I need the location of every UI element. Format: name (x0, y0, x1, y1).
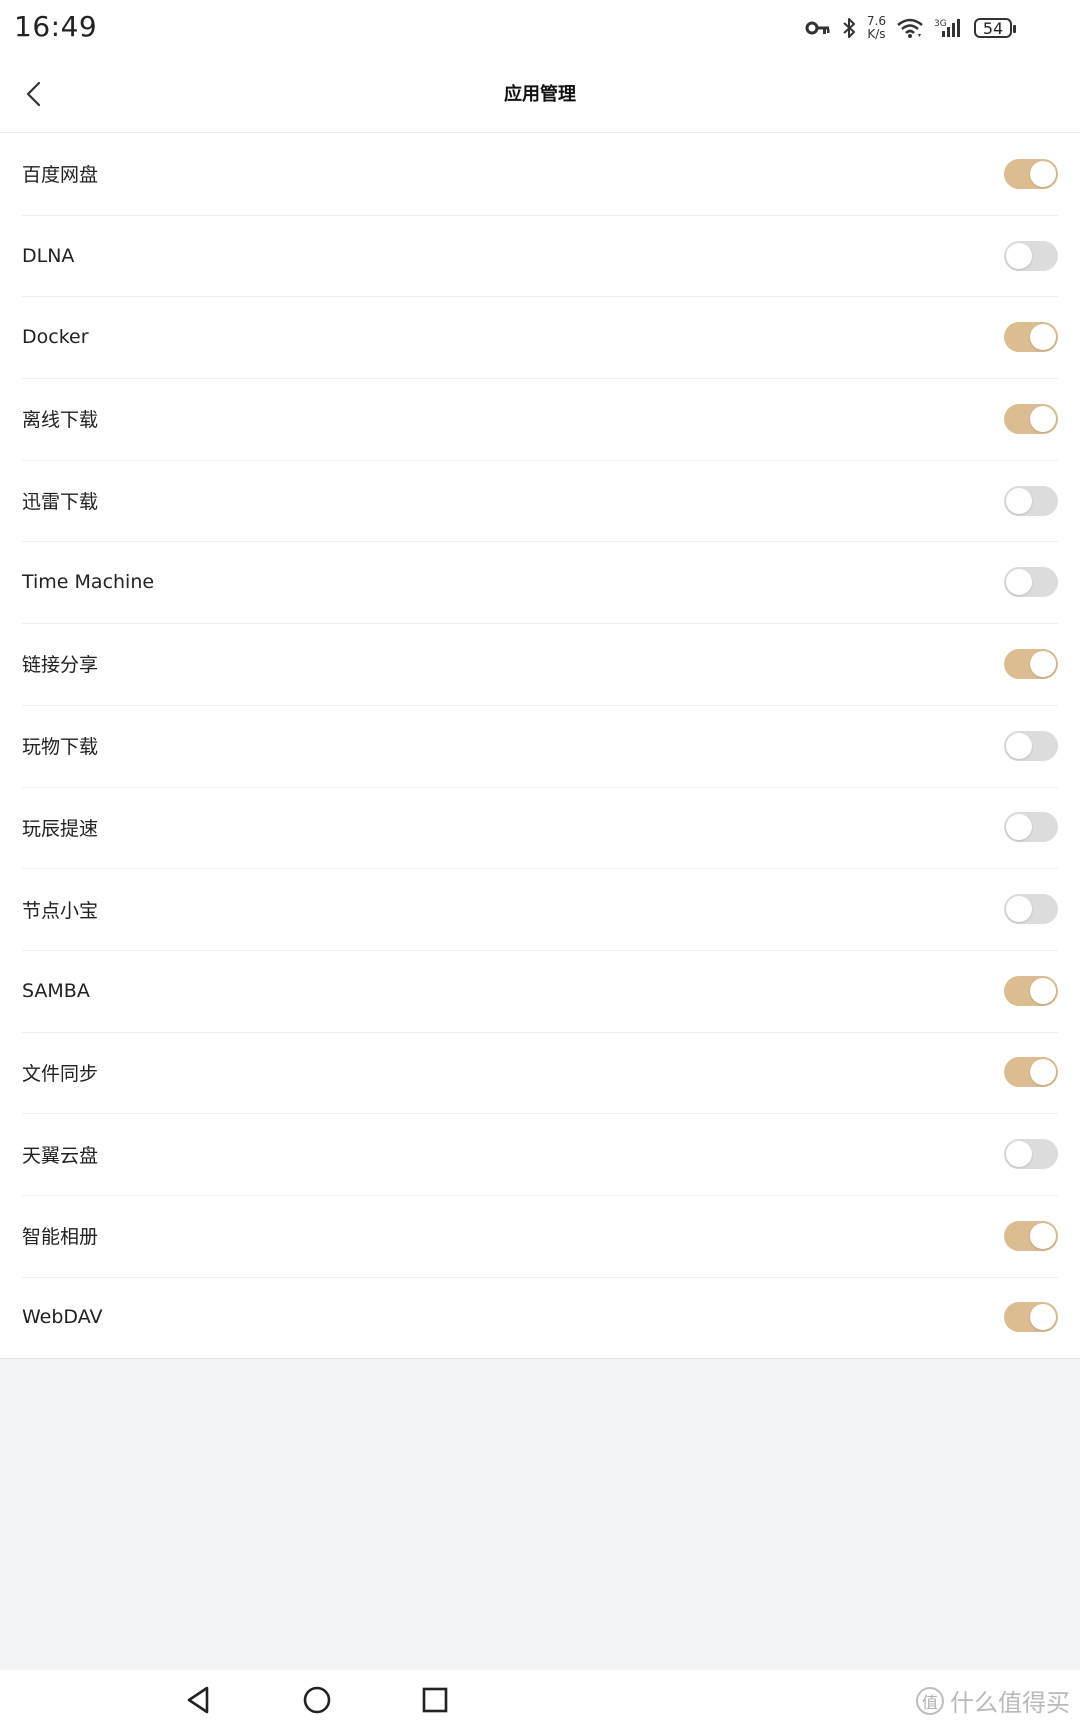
app-label: 天翼云盘 (22, 1144, 99, 1167)
watermark-text: 什么值得买 (950, 1689, 1070, 1717)
app-label: 玩物下载 (22, 736, 99, 759)
app-toggle-switch[interactable] (1004, 403, 1058, 434)
toggle-knob (1030, 160, 1056, 187)
list-item: 天翼云盘 (0, 1113, 1080, 1195)
list-item: 迅雷下载 (0, 459, 1080, 542)
app-label: 节点小宝 (22, 899, 99, 922)
toggle-knob (1030, 1304, 1056, 1331)
app-list: 百度网盘 DLNA Docker 离线下载迅雷下载 Time Machine 链接分享玩物… (0, 133, 1080, 1360)
list-item: SAMBA (0, 949, 1080, 1032)
signal-icon: 3G (934, 17, 964, 39)
status-time: 16:49 (14, 10, 98, 43)
app-toggle-switch[interactable] (1004, 240, 1058, 271)
app-toggle-switch[interactable] (1004, 1139, 1058, 1170)
app-label: 离线下载 (22, 409, 99, 432)
app-management-screen: 16:49 7.6 K/s 3G 54 应用管理 百度网盘 DLNA Docke… (0, 0, 1080, 1728)
app-toggle-switch[interactable] (1004, 812, 1058, 843)
key-icon (805, 19, 831, 37)
app-toggle-switch[interactable] (1004, 567, 1058, 598)
network-speed: 7.6 K/s (867, 15, 886, 41)
app-toggle-switch[interactable] (1004, 158, 1058, 189)
app-toggle-switch[interactable] (1004, 975, 1058, 1006)
network-speed-unit: K/s (867, 27, 886, 41)
list-item: 节点小宝 (0, 868, 1080, 950)
list-item: Docker (0, 296, 1080, 378)
app-label: 玩辰提速 (22, 817, 99, 840)
toggle-knob (1030, 650, 1056, 677)
toggle-knob (1030, 324, 1056, 351)
navigation-bar: 值 什么值得买 (0, 1670, 1080, 1728)
nav-home-button[interactable] (297, 1682, 337, 1718)
watermark: 值 什么值得买 (916, 1683, 1070, 1718)
app-label: 迅雷下载 (22, 491, 99, 514)
toggle-knob (1006, 242, 1032, 269)
app-toggle-switch[interactable] (1004, 1220, 1058, 1251)
toggle-knob (1030, 1222, 1056, 1249)
list-item: 百度网盘 (0, 133, 1080, 215)
list-item: WebDAV (0, 1276, 1080, 1359)
app-label: SAMBA (22, 979, 90, 1002)
battery-level: 54 (982, 18, 1004, 38)
app-label: WebDAV (22, 1306, 103, 1329)
toggle-knob (1030, 405, 1056, 432)
app-toggle-switch[interactable] (1004, 730, 1058, 761)
app-label: 文件同步 (22, 1062, 99, 1085)
app-label: Docker (22, 326, 89, 349)
home-circle-icon (303, 1686, 331, 1714)
toggle-knob (1006, 1141, 1032, 1168)
app-toggle-switch[interactable] (1004, 1057, 1058, 1088)
app-label: 百度网盘 (22, 164, 99, 187)
toggle-knob (1030, 1059, 1056, 1086)
recents-square-icon (422, 1687, 448, 1713)
list-item: 玩物下载 (0, 704, 1080, 787)
app-label: 链接分享 (22, 654, 99, 677)
signal-type-label: 3G (934, 19, 947, 29)
app-toggle-switch[interactable] (1004, 485, 1058, 516)
list-item: 链接分享 (0, 623, 1080, 705)
watermark-logo: 值 (916, 1686, 944, 1715)
app-label: 智能相册 (22, 1226, 99, 1249)
list-item: 智能相册 (0, 1194, 1080, 1277)
bluetooth-icon (841, 17, 857, 39)
toggle-knob (1006, 569, 1032, 596)
app-toggle-switch[interactable] (1004, 648, 1058, 679)
app-label: DLNA (22, 244, 75, 267)
list-item: 文件同步 (0, 1031, 1080, 1114)
toggle-knob (1006, 896, 1032, 923)
toggle-knob (1006, 732, 1032, 759)
app-toggle-switch[interactable] (1004, 322, 1058, 353)
app-toggle-switch[interactable] (1004, 1302, 1058, 1333)
nav-recents-button[interactable] (415, 1682, 455, 1718)
list-item: 离线下载 (0, 378, 1080, 460)
toggle-knob (1006, 814, 1032, 841)
toggle-knob (1006, 487, 1032, 514)
header: 应用管理 (0, 56, 1080, 133)
status-bar: 16:49 7.6 K/s 3G 54 (0, 0, 1080, 56)
status-icons: 7.6 K/s 3G 54 (805, 12, 1016, 44)
back-triangle-icon (187, 1686, 209, 1714)
battery-icon: 54 (974, 18, 1016, 38)
page-title: 应用管理 (504, 84, 576, 105)
wifi-icon (896, 17, 924, 39)
list-item: Time Machine (0, 541, 1080, 623)
list-item: DLNA (0, 214, 1080, 297)
nav-back-button[interactable] (178, 1682, 218, 1718)
list-item: 玩辰提速 (0, 786, 1080, 869)
toggle-knob (1030, 977, 1056, 1004)
app-toggle-switch[interactable] (1004, 894, 1058, 925)
app-label: Time Machine (22, 571, 155, 594)
